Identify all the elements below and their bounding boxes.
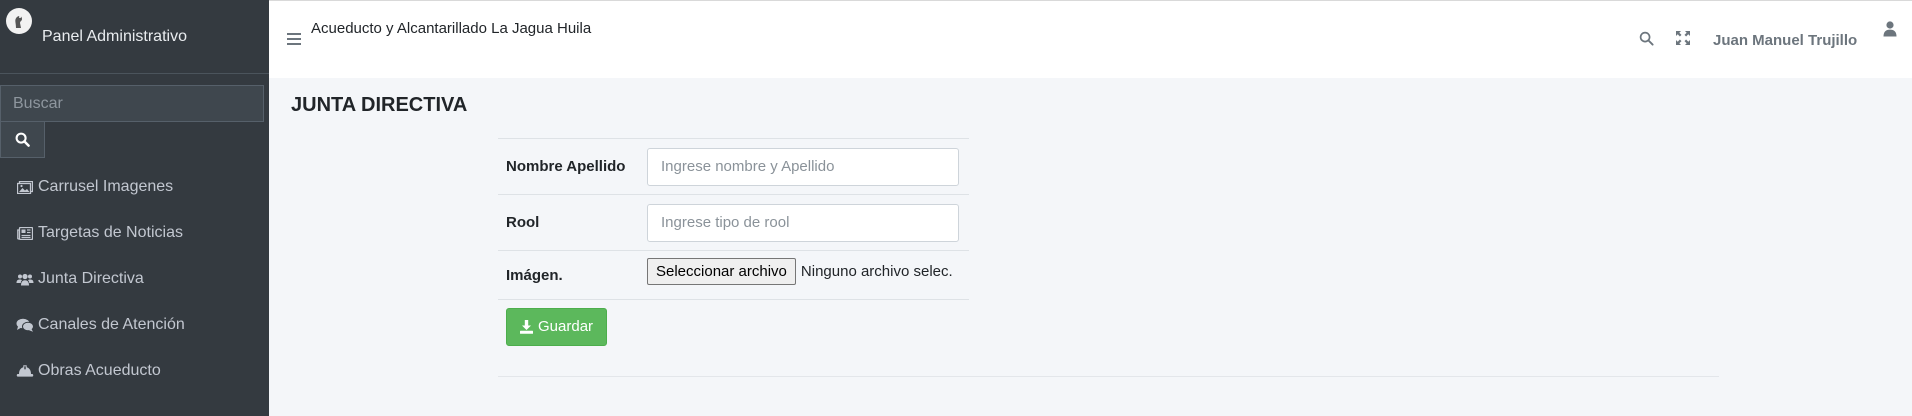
choose-file-button[interactable]: Seleccionar archivo [647,257,796,285]
brand-text: Panel Administrativo [42,28,187,45]
sidebar-search [0,85,264,158]
sidebar-item-obras[interactable]: Obras Acueducto [0,348,269,394]
sidebar-item-label: Junta Directiva [38,270,144,287]
search-icon [1639,31,1654,46]
sidebar-item-label: Carrusel Imagenes [38,178,174,195]
menu-toggle-icon[interactable] [287,33,301,45]
user-menu-button[interactable] [1883,21,1897,42]
comments-icon [16,317,34,333]
content-divider [498,376,1719,377]
sidebar-item-noticias[interactable]: Targetas de Noticias [0,210,269,256]
form-row-name: Nombre Apellido [498,138,969,195]
expand-arrows-icon [1676,31,1690,45]
top-navbar: Acueducto y Alcantarillado La Jagua Huil… [269,0,1912,78]
users-icon [16,271,34,287]
form-row-image: Imágen. Seleccionar archivo Ninguno arch… [498,250,969,300]
sidebar-search-button[interactable] [0,122,45,158]
sidebar-item-label: Targetas de Noticias [38,224,183,241]
file-status: Ninguno archivo selec. [800,262,953,280]
sidebar-search-input[interactable] [0,85,264,122]
images-icon [16,179,34,195]
file-input: Seleccionar archivo Ninguno archivo sele… [647,257,961,285]
sidebar-item-label: Obras Acueducto [38,362,161,379]
user-icon [1883,21,1897,37]
junta-form: Nombre Apellido Rool Imágen. Seleccionar… [498,138,969,354]
save-button-label: Guardar [538,318,594,336]
user-name[interactable]: Juan Manuel Trujillo [1713,32,1857,49]
name-input[interactable] [647,147,959,186]
name-label: Nombre Apellido [498,138,639,195]
app-title: Acueducto y Alcantarillado La Jagua Huil… [311,20,592,37]
fullscreen-button[interactable] [1676,31,1690,50]
sidebar-item-carrusel[interactable]: Carrusel Imagenes [0,164,269,210]
hard-hat-icon [16,363,34,379]
save-button[interactable]: Guardar [506,307,608,346]
brand[interactable]: Panel Administrativo [0,0,269,74]
image-label: Imágen. [498,250,639,300]
navbar-search-button[interactable] [1639,31,1654,51]
sidebar-item-canales[interactable]: Canales de Atención [0,302,269,348]
sidebar-item-junta[interactable]: Junta Directiva [0,256,269,302]
brand-logo-icon [6,8,32,34]
role-input[interactable] [647,203,959,242]
sidebar: Panel Administrativo Carrusel Imagenes T… [0,0,269,416]
form-row-actions: Guardar [498,299,969,354]
search-icon [15,132,30,147]
role-label: Rool [498,194,639,251]
newspaper-icon [16,225,34,241]
download-icon [520,319,533,334]
sidebar-item-label: Canales de Atención [38,316,185,333]
sidebar-nav: Carrusel Imagenes Targetas de Noticias J… [0,164,269,394]
form-row-role: Rool [498,194,969,251]
main-content: JUNTA DIRECTIVA Nombre Apellido Rool Imá… [269,78,1912,416]
page-title: JUNTA DIRECTIVA [291,94,468,116]
